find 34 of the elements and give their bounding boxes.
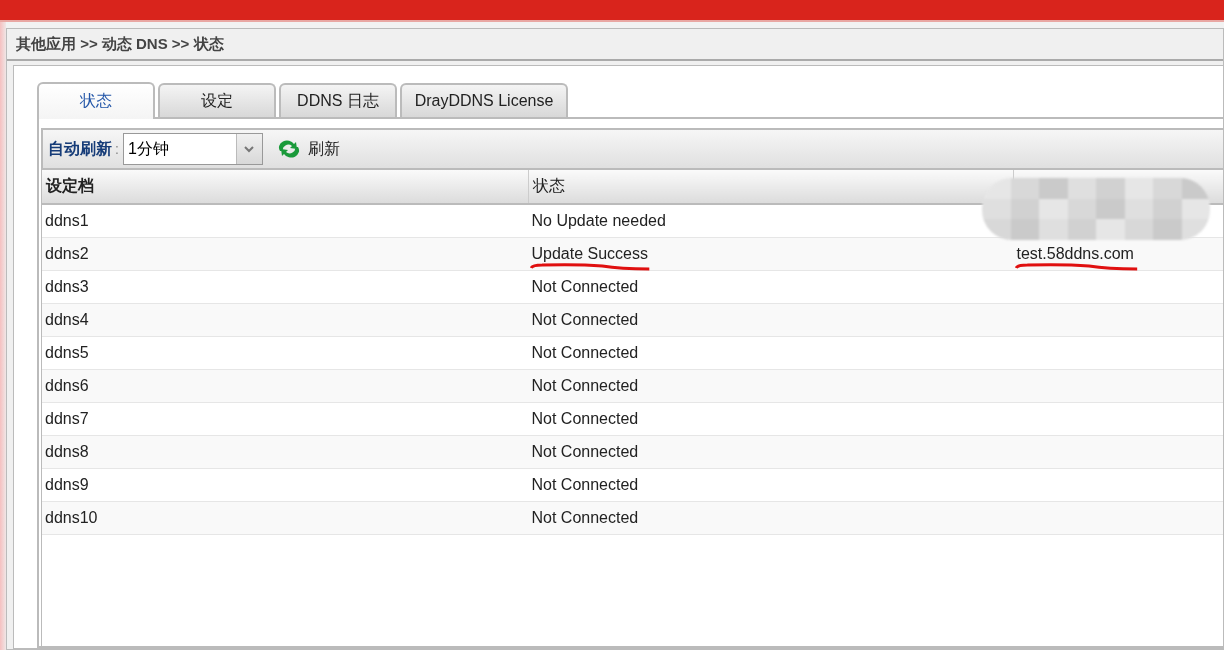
table-cell: Not Connected	[531, 443, 639, 460]
table-cell: ddns10	[45, 509, 98, 526]
table-cell: Not Connected	[531, 410, 639, 427]
tab[interactable]: DDNS 日志	[279, 83, 397, 117]
table-cell: ddns8	[45, 443, 89, 460]
table-cell: Not Connected	[531, 476, 639, 493]
auto-refresh-label: 自动刷新	[48, 138, 112, 159]
refresh-button[interactable]: 刷新	[276, 138, 340, 160]
tab[interactable]: DrayDDNS License	[400, 83, 568, 117]
caret-icon	[244, 145, 255, 153]
column-header: 状态	[533, 177, 565, 194]
column-header: 设定档	[46, 177, 94, 194]
tab[interactable]: 设定	[158, 83, 276, 117]
separator: :	[115, 141, 119, 157]
interval-dropdown[interactable]: 1分钟	[122, 133, 263, 165]
tab[interactable]: 状态	[37, 82, 155, 119]
refresh-icon	[276, 139, 301, 159]
table-cell: Not Connected	[531, 377, 639, 394]
table-cell: Not Connected	[531, 278, 639, 295]
table-cell: Not Connected	[531, 344, 639, 361]
table-cell: Update Success	[531, 245, 648, 262]
table-cell: ddns3	[45, 278, 89, 295]
table-cell: No Update needed	[531, 212, 666, 229]
table-cell: ddns9	[45, 476, 89, 493]
table-cell: Not Connected	[531, 509, 639, 526]
table-cell: ddns4	[45, 311, 89, 328]
breadcrumb: 其他应用 >> 动态 DNS >> 状态	[16, 34, 224, 54]
table-cell: ddns2	[45, 245, 89, 262]
table-cell: ddns1	[45, 212, 89, 229]
table-cell: test.58ddns.com	[1016, 245, 1134, 262]
table-cell: Not Connected	[531, 311, 639, 328]
table-cell: ddns6	[45, 377, 89, 394]
table-cell: ddns7	[45, 410, 89, 427]
table-cell: ddns5	[45, 344, 89, 361]
